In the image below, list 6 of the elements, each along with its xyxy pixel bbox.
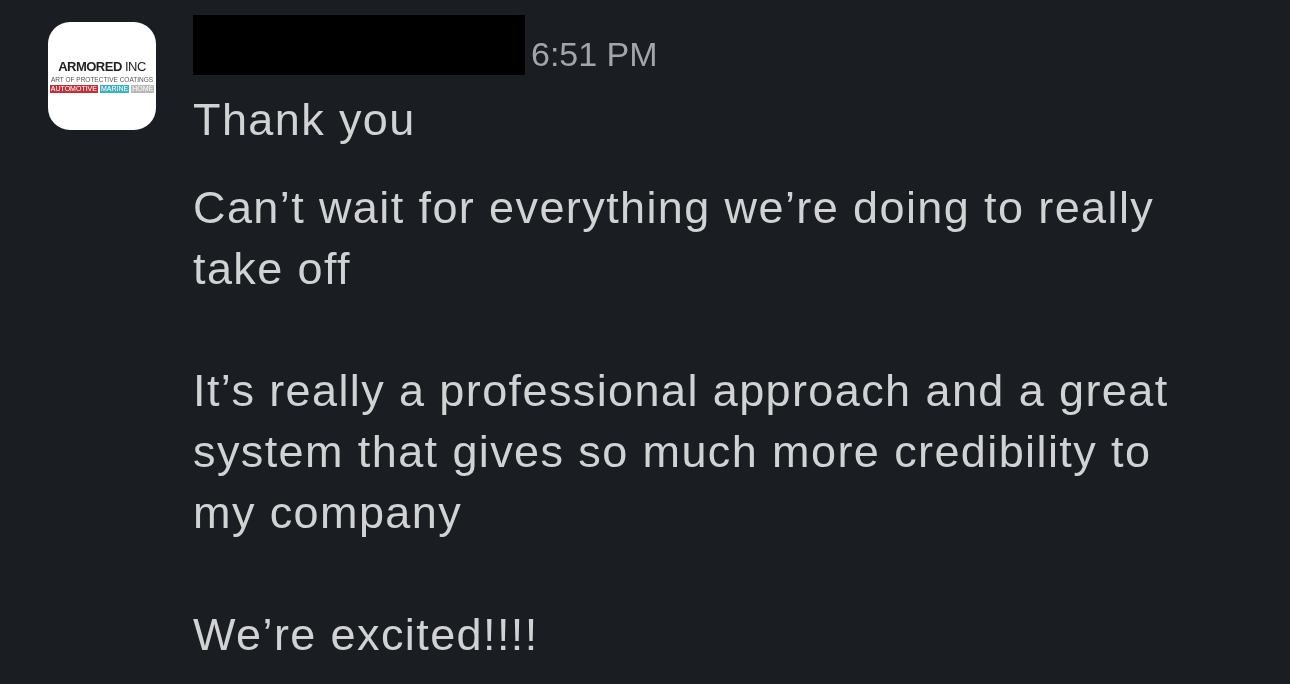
message-text: Thank you (193, 93, 417, 147)
timestamp: 6:51 PM (531, 37, 658, 71)
message-text: Can’t wait for everything we’re doing to really take off (193, 181, 1156, 296)
logo-name: ARMORED INC (58, 59, 146, 74)
message-text: It’s really a professional approach and a great system that gives so much more credibility to my company (193, 364, 1170, 540)
message-text: We’re excited!!!! (193, 608, 540, 662)
